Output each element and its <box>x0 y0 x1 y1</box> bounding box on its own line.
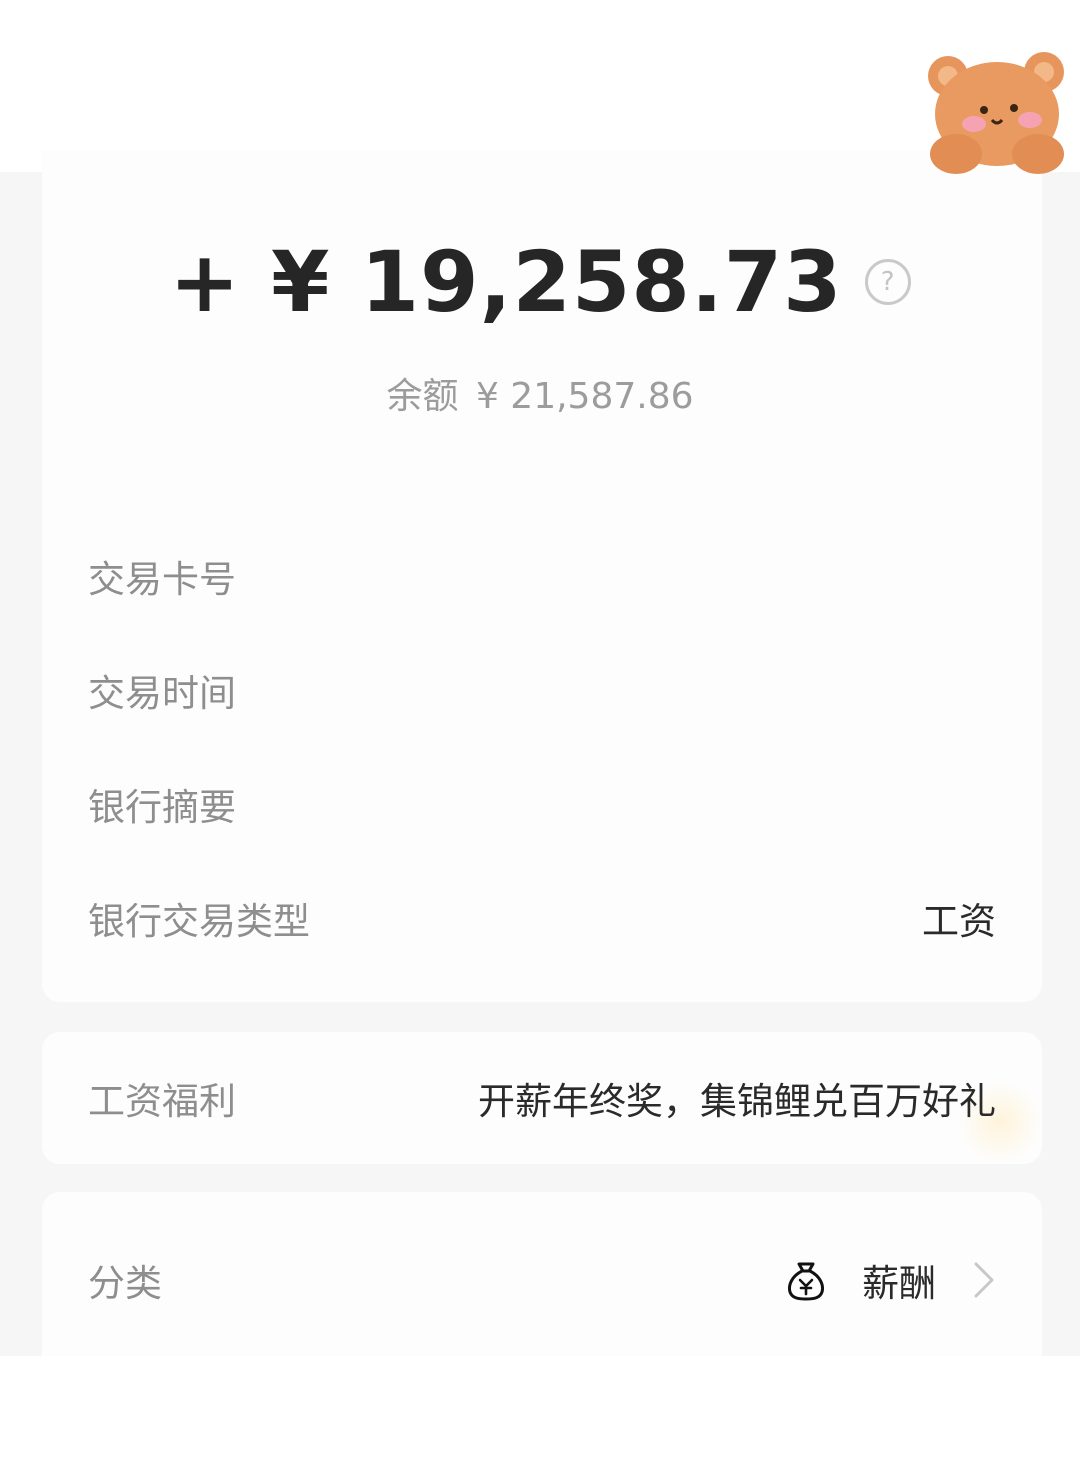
chevron-right-icon <box>974 1262 994 1298</box>
benefit-label: 工资福利 <box>88 1080 236 1123</box>
balance-label: 余额 <box>386 376 459 417</box>
detail-label: 银行交易类型 <box>88 900 310 943</box>
detail-row-summary: 银行摘要 <box>88 774 996 834</box>
detail-label: 交易卡号 <box>88 558 236 601</box>
top-background <box>0 0 1080 172</box>
detail-row-card-number: 交易卡号 <box>88 546 996 606</box>
category-label: 分类 <box>88 1262 162 1305</box>
balance-value: ¥ 21,587.86 <box>475 376 694 417</box>
benefit-value[interactable]: 开薪年终奖，集锦鲤兑百万好礼 <box>478 1071 996 1125</box>
detail-label: 交易时间 <box>88 672 236 715</box>
detail-row-transaction-type: 银行交易类型 工资 <box>88 888 996 948</box>
transaction-amount: + ¥ 19,258.73 <box>169 233 843 331</box>
detail-value: 工资 <box>922 900 996 943</box>
money-bag-icon <box>788 1262 824 1301</box>
question-circle-icon[interactable]: ? <box>864 259 911 305</box>
category-selector[interactable]: 薪酬 <box>784 1253 996 1307</box>
bear-sticker <box>928 52 1064 174</box>
detail-row-time: 交易时间 <box>88 660 996 720</box>
detail-label: 银行摘要 <box>88 786 236 829</box>
bottom-background <box>0 1356 1080 1460</box>
balance: 余额 ¥ 21,587.86 <box>0 372 1080 422</box>
category-row[interactable]: 分类 薪酬 <box>88 1250 996 1310</box>
benefit-row[interactable]: 工资福利 开薪年终奖，集锦鲤兑百万好礼 <box>88 1068 996 1128</box>
category-value: 薪酬 <box>862 1262 936 1305</box>
amount-header: + ¥ 19,258.73 ? <box>0 232 1080 332</box>
